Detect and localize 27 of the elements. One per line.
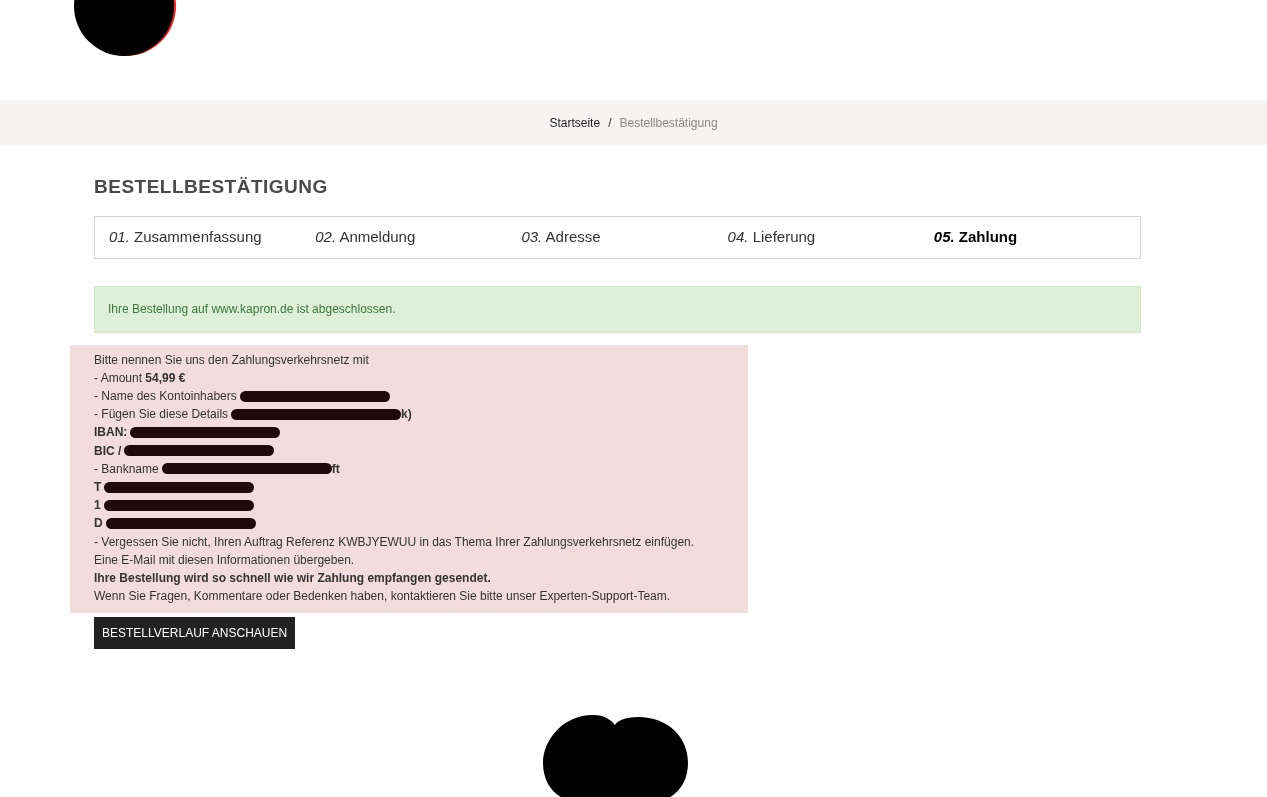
breadcrumb-separator: / — [608, 114, 612, 132]
payment-text: - Amount 54,99 € — [94, 369, 186, 387]
order-history-button[interactable]: BESTELLVERLAUF ANSCHAUEN — [94, 617, 296, 650]
success-message: Ihre Bestellung auf www.kapron.de ist abgeschlossen. — [108, 301, 396, 318]
payment-text: - Name des Kontoinhabers — [94, 387, 237, 405]
checkout-step[interactable]: 02. Anmeldung — [315, 225, 522, 249]
page-heading: BESTELLBESTÄTIGUNG — [94, 175, 329, 199]
payment-text: - Bankname — [94, 460, 159, 478]
breadcrumb-link[interactable]: Startseite — [549, 113, 601, 132]
checkout-step[interactable]: 01. Zusammenfassung — [109, 225, 316, 249]
breadcrumb-current: Bestellbestätigung — [619, 114, 718, 132]
payment-text: T — [94, 478, 102, 496]
payment-text: D — [94, 515, 103, 533]
payment-text: Ihre Bestellung wird so schnell wie wir Zahlung empfangen gesendet. — [94, 569, 491, 587]
payment-text: - Vergessen Sie nicht, Ihren Auftrag Referenz KWBJYEWUU in das Thema Ihrer Zahlungsverkehrsnetz einfügen. — [94, 533, 695, 551]
payment-text: k) — [401, 406, 412, 424]
payment-text: Eine E-Mail mit diesen Informationen übergeben. — [94, 551, 355, 569]
payment-text: - Fügen Sie diese Details — [94, 406, 229, 424]
checkout-step[interactable]: 05. Zahlung — [933, 225, 1140, 249]
payment-text: ft — [331, 460, 340, 478]
checkout-step[interactable]: 04. Lieferung — [727, 225, 934, 249]
payment-text: 1 — [94, 497, 101, 515]
payment-text: Wenn Sie Fragen, Kommentare oder Bedenken haben, kontaktieren Sie bitte unser Experten-Support-Team. — [94, 588, 671, 606]
payment-text: IBAN: — [94, 424, 128, 442]
payment-text: Bitte nennen Sie uns den Zahlungsverkehrsnetz mit — [94, 351, 369, 369]
checkout-step[interactable]: 03. Adresse — [521, 225, 728, 249]
payment-text: BIC / — [94, 442, 122, 460]
